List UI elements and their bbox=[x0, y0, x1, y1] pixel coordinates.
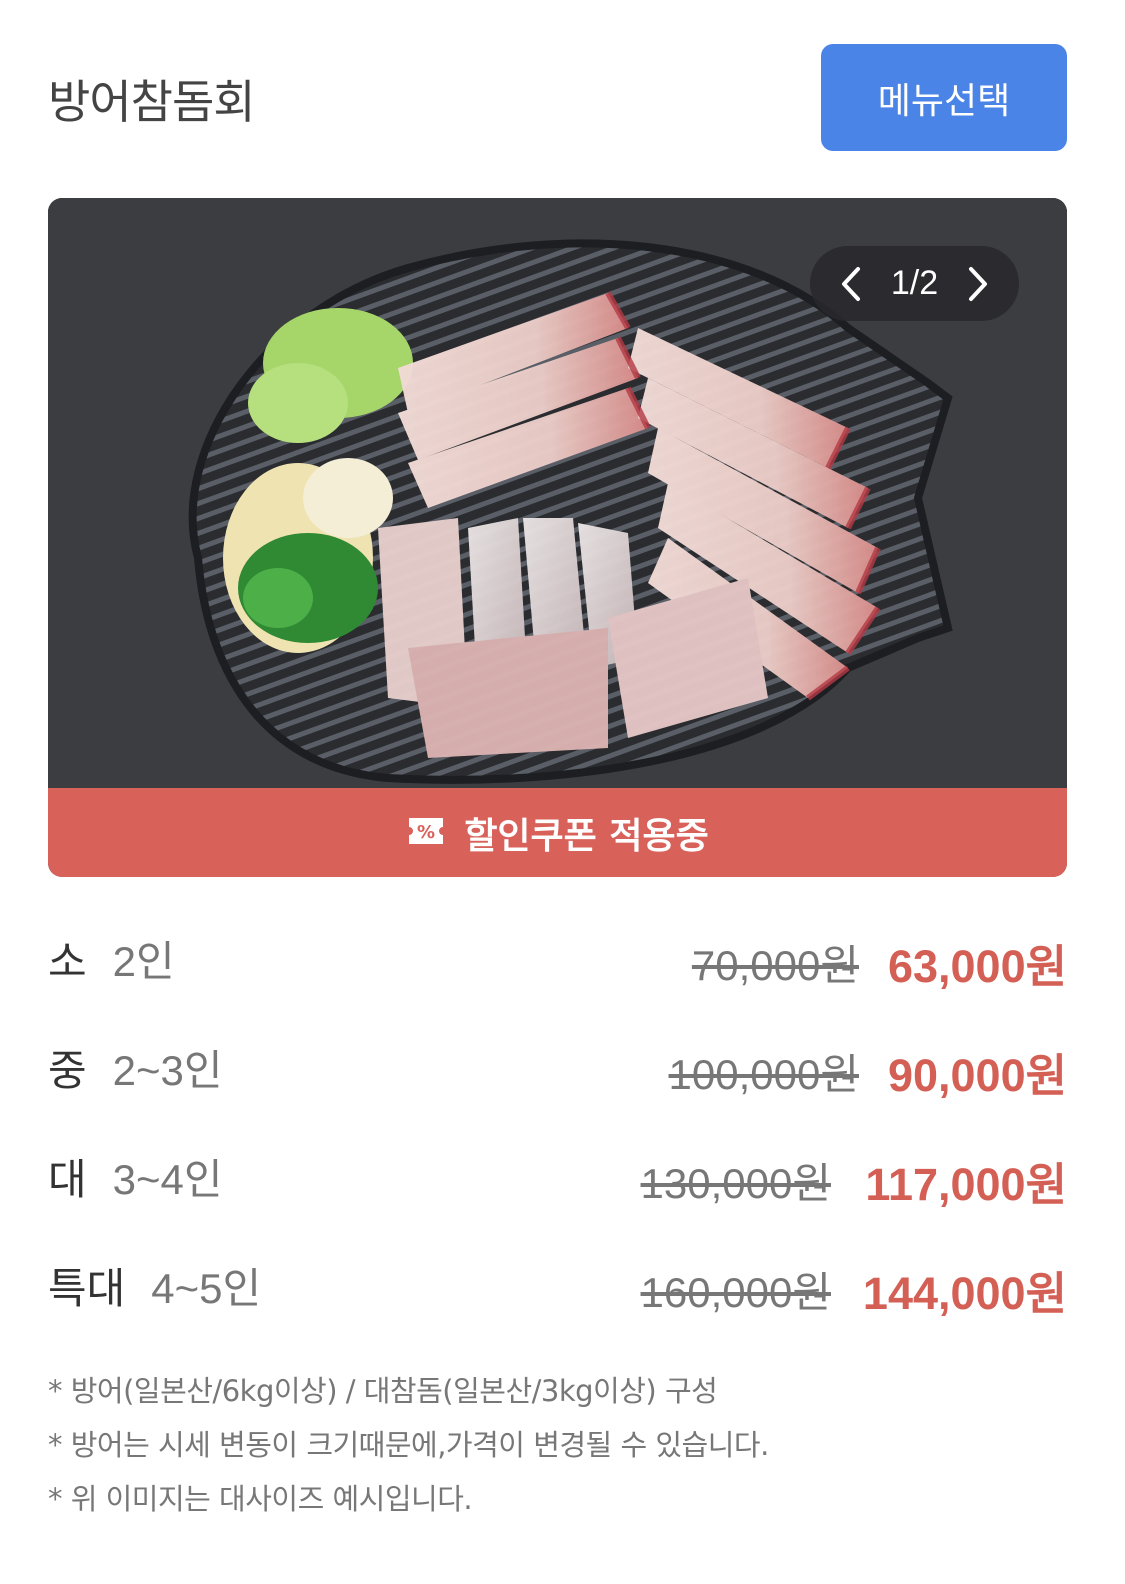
menu-select-button[interactable]: 메뉴선택 bbox=[821, 44, 1067, 151]
sale-price: 63,000원 bbox=[887, 941, 1067, 992]
note-line: * 위 이미지는 대사이즈 예시입니다. bbox=[48, 1482, 473, 1516]
svg-text:%: % bbox=[417, 822, 435, 843]
note-line: * 방어(일본산/6kg이상) / 대참돔(일본산/3kg이상) 구성 bbox=[48, 1374, 718, 1408]
size-label: 대 bbox=[48, 1155, 87, 1204]
size-label: 중 bbox=[48, 1046, 87, 1095]
page-title: 방어참돔회 bbox=[48, 75, 256, 129]
original-price: 70,000원 bbox=[691, 942, 859, 989]
product-image-card: 1/2 % 할인쿠폰 적용중 bbox=[48, 198, 1067, 877]
image-pager: 1/2 bbox=[810, 246, 1019, 321]
price-row[interactable]: 대 3~4인 130,000원 117,000원 bbox=[48, 1116, 1067, 1225]
size-label: 특대 bbox=[48, 1264, 126, 1313]
price-row[interactable]: 특대 4~5인 160,000원 144,000원 bbox=[48, 1225, 1067, 1334]
people-count: 4~5인 bbox=[151, 1265, 262, 1312]
product-photo[interactable]: 1/2 bbox=[48, 198, 1067, 788]
header: 방어참돔회 메뉴선택 bbox=[48, 44, 1067, 151]
price-row[interactable]: 소 2인 70,000원 63,000원 bbox=[48, 898, 1067, 1007]
coupon-applied-banner: % 할인쿠폰 적용중 bbox=[48, 788, 1067, 877]
original-price: 100,000원 bbox=[668, 1051, 859, 1098]
sale-price: 144,000원 bbox=[862, 1268, 1067, 1319]
coupon-icon: % bbox=[406, 815, 446, 851]
pager-count: 1/2 bbox=[890, 264, 939, 302]
size-label: 소 bbox=[48, 937, 87, 986]
people-count: 3~4인 bbox=[112, 1156, 223, 1203]
note-line: * 방어는 시세 변동이 크기때문에,가격이 변경될 수 있습니다. bbox=[48, 1428, 769, 1462]
chevron-right-icon[interactable] bbox=[963, 264, 993, 304]
original-price: 160,000원 bbox=[640, 1269, 831, 1316]
price-row[interactable]: 중 2~3인 100,000원 90,000원 bbox=[48, 1007, 1067, 1116]
original-price: 130,000원 bbox=[640, 1160, 831, 1207]
chevron-left-icon[interactable] bbox=[836, 264, 866, 304]
people-count: 2~3인 bbox=[112, 1047, 223, 1094]
notes: * 방어(일본산/6kg이상) / 대참돔(일본산/3kg이상) 구성 * 방어… bbox=[48, 1364, 1067, 1526]
sale-price: 90,000원 bbox=[887, 1050, 1067, 1101]
coupon-label: 할인쿠폰 적용중 bbox=[464, 815, 709, 857]
sale-price: 117,000원 bbox=[865, 1159, 1067, 1210]
people-count: 2인 bbox=[112, 938, 175, 985]
price-list: 소 2인 70,000원 63,000원 중 2~3인 100,000원 90,00… bbox=[48, 898, 1067, 1334]
